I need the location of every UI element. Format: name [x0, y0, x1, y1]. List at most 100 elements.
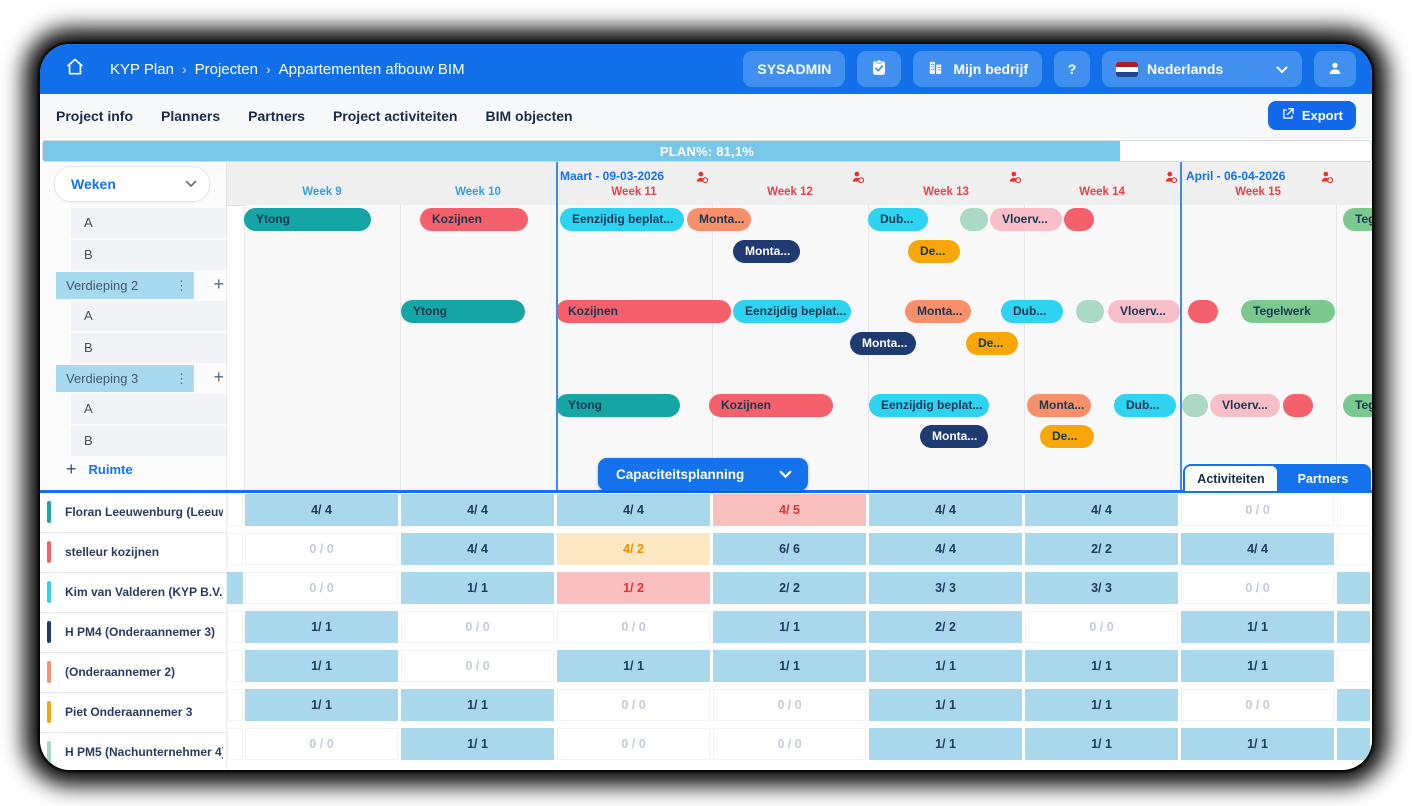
gantt-bar[interactable]: Dub...	[1001, 300, 1063, 323]
capacity-cell[interactable]: 1/ 1	[245, 611, 398, 643]
kebab-menu-icon[interactable]: ⋮	[175, 372, 188, 385]
capacity-cell[interactable]: 4/ 4	[401, 494, 554, 526]
gantt-bar[interactable]	[1283, 394, 1313, 417]
gantt-bar[interactable]: Monta...	[905, 300, 971, 323]
user-button[interactable]	[1314, 51, 1356, 87]
gantt-bar[interactable]: Tegelwerk	[1343, 208, 1372, 231]
gantt-bar[interactable]: Monta...	[1027, 394, 1091, 417]
gantt-bar[interactable]	[1182, 394, 1208, 417]
capacity-cell[interactable]: 1/ 1	[1181, 611, 1334, 643]
kebab-menu-icon[interactable]: ⋮	[175, 279, 188, 292]
capacity-cell[interactable]: 0 / 0	[713, 728, 866, 760]
capacity-cell[interactable]: 0 / 0	[1181, 572, 1334, 604]
gantt-bar[interactable]: Vloerv...	[1108, 300, 1180, 323]
gantt-bar[interactable]: De...	[1040, 425, 1094, 448]
table-row[interactable]: (Onderaannemer 2)	[40, 653, 226, 693]
breadcrumb-item[interactable]: Projecten	[195, 61, 258, 78]
gantt-bar[interactable]: Eenzijdig beplat...	[560, 208, 684, 231]
capacity-cell[interactable]: 4/ 4	[557, 494, 710, 526]
capacity-cell[interactable]: 4/ 4	[869, 533, 1022, 565]
capacity-cell[interactable]: 4/ 2	[557, 533, 710, 565]
sidebar-item-room[interactable]: B	[40, 239, 226, 271]
gantt-bar[interactable]: Ytong	[244, 208, 371, 231]
resource-warning-icon[interactable]	[851, 170, 865, 184]
resource-warning-icon[interactable]	[1008, 170, 1022, 184]
gantt-bar[interactable]	[1188, 300, 1218, 323]
resource-warning-icon[interactable]	[695, 170, 709, 184]
capacity-cell[interactable]: 4/ 4	[245, 494, 398, 526]
table-row[interactable]: H PM5 (Nachunternehmer 4)	[40, 733, 226, 770]
sidebar-item-floor[interactable]: Verdieping 3 ⋮ +	[40, 364, 226, 393]
capacity-cell[interactable]: 4/ 4	[401, 533, 554, 565]
table-row[interactable]: H PM4 (Onderaannemer 3)	[40, 613, 226, 653]
capacity-cell[interactable]: 1/ 1	[713, 611, 866, 643]
add-icon[interactable]: +	[213, 367, 224, 388]
capacity-cell[interactable]: 1/ 1	[869, 689, 1022, 721]
capacity-cell[interactable]: 4/ 5	[713, 494, 866, 526]
capacity-cell[interactable]: 0 / 0	[401, 611, 554, 643]
gantt-bar[interactable]: Vloerv...	[990, 208, 1062, 231]
capacity-cell[interactable]: 1/ 1	[557, 650, 710, 682]
add-room-button[interactable]: + Ruimte	[66, 459, 133, 480]
gantt-bar[interactable]: Tegelwerk	[1241, 300, 1335, 323]
capacity-cell[interactable]: 6/ 6	[713, 533, 866, 565]
capacity-cell[interactable]: 4/ 4	[1025, 494, 1178, 526]
add-icon[interactable]: +	[213, 274, 224, 295]
capacity-cell[interactable]: 1/ 1	[401, 572, 554, 604]
tab-partners[interactable]: Partners	[1277, 466, 1369, 491]
capacity-cell[interactable]: 4/ 4	[1181, 533, 1334, 565]
export-button[interactable]: Export	[1267, 101, 1356, 130]
gantt-bar[interactable]: Monta...	[920, 425, 988, 448]
gantt-bar[interactable]: Monta...	[687, 208, 751, 231]
capacity-cell[interactable]: 1/ 2	[557, 572, 710, 604]
gantt-bar[interactable]	[960, 208, 988, 231]
capacity-cell[interactable]: 1/ 1	[245, 689, 398, 721]
breadcrumb-item[interactable]: Appartementen afbouw BIM	[279, 61, 465, 78]
nav-link-project-activiteiten[interactable]: Project activiteiten	[333, 108, 458, 124]
gantt-bar[interactable]: Monta...	[850, 332, 916, 355]
table-row[interactable]: stelleur kozijnen	[40, 533, 226, 573]
capacity-cell[interactable]: 0 / 0	[245, 572, 398, 604]
nav-link-bim-objecten[interactable]: BIM objecten	[485, 108, 572, 124]
sidebar-item-room[interactable]: A	[40, 207, 226, 239]
capacity-cell[interactable]: 1/ 1	[1025, 728, 1178, 760]
sidebar-item-room[interactable]: B	[40, 425, 226, 457]
capacity-cell[interactable]: 0 / 0	[557, 689, 710, 721]
capacity-dropdown-button[interactable]: Capaciteitsplanning	[598, 458, 808, 491]
capacity-cell[interactable]: 1/ 1	[245, 650, 398, 682]
capacity-cell[interactable]: 2/ 2	[1025, 533, 1178, 565]
gantt-bar[interactable]	[1064, 208, 1094, 231]
gantt-bar[interactable]: Dub...	[1114, 394, 1176, 417]
capacity-cell[interactable]: 1/ 1	[869, 728, 1022, 760]
sidebar-item-room[interactable]: B	[40, 332, 226, 364]
capacity-cell[interactable]: 1/ 1	[401, 728, 554, 760]
capacity-cell[interactable]: 0 / 0	[557, 728, 710, 760]
capacity-cell[interactable]: 0 / 0	[557, 611, 710, 643]
capacity-cell[interactable]: 3/ 3	[1025, 572, 1178, 604]
gantt-bar[interactable]: Kozijnen	[420, 208, 528, 231]
table-row[interactable]: Kim van Valderen (KYP B.V.)	[40, 573, 226, 613]
capacity-cell[interactable]: 1/ 1	[1181, 650, 1334, 682]
capacity-cell[interactable]: 0 / 0	[1181, 689, 1334, 721]
capacity-cell[interactable]: 0 / 0	[713, 689, 866, 721]
capacity-cell[interactable]: 1/ 1	[1025, 689, 1178, 721]
tasks-button[interactable]	[857, 51, 902, 87]
gantt-bar[interactable]: Eenzijdig beplat...	[869, 394, 989, 417]
gantt-bar[interactable]: De...	[966, 332, 1018, 355]
capacity-cell[interactable]: 0 / 0	[245, 728, 398, 760]
view-select[interactable]: Weken	[54, 166, 210, 202]
gantt-bar[interactable]	[1076, 300, 1104, 323]
capacity-cell[interactable]: 0 / 0	[1025, 611, 1178, 643]
gantt-bar[interactable]: Dub...	[868, 208, 928, 231]
help-button[interactable]: ?	[1054, 51, 1090, 87]
sysadmin-button[interactable]: SYSADMIN	[743, 51, 846, 87]
breadcrumb-item[interactable]: KYP Plan	[110, 61, 174, 78]
gantt-bar[interactable]: Ytong	[556, 394, 680, 417]
home-button[interactable]	[58, 52, 92, 86]
nav-link-partners[interactable]: Partners	[248, 108, 305, 124]
gantt-bar[interactable]: Kozijnen	[556, 300, 731, 323]
table-row[interactable]: Floran Leeuwenburg (Leeuwe...	[40, 493, 226, 533]
gantt-bar[interactable]: De...	[908, 240, 960, 263]
capacity-cell[interactable]: 0 / 0	[245, 533, 398, 565]
company-button[interactable]: Mijn bedrijf	[913, 51, 1042, 87]
